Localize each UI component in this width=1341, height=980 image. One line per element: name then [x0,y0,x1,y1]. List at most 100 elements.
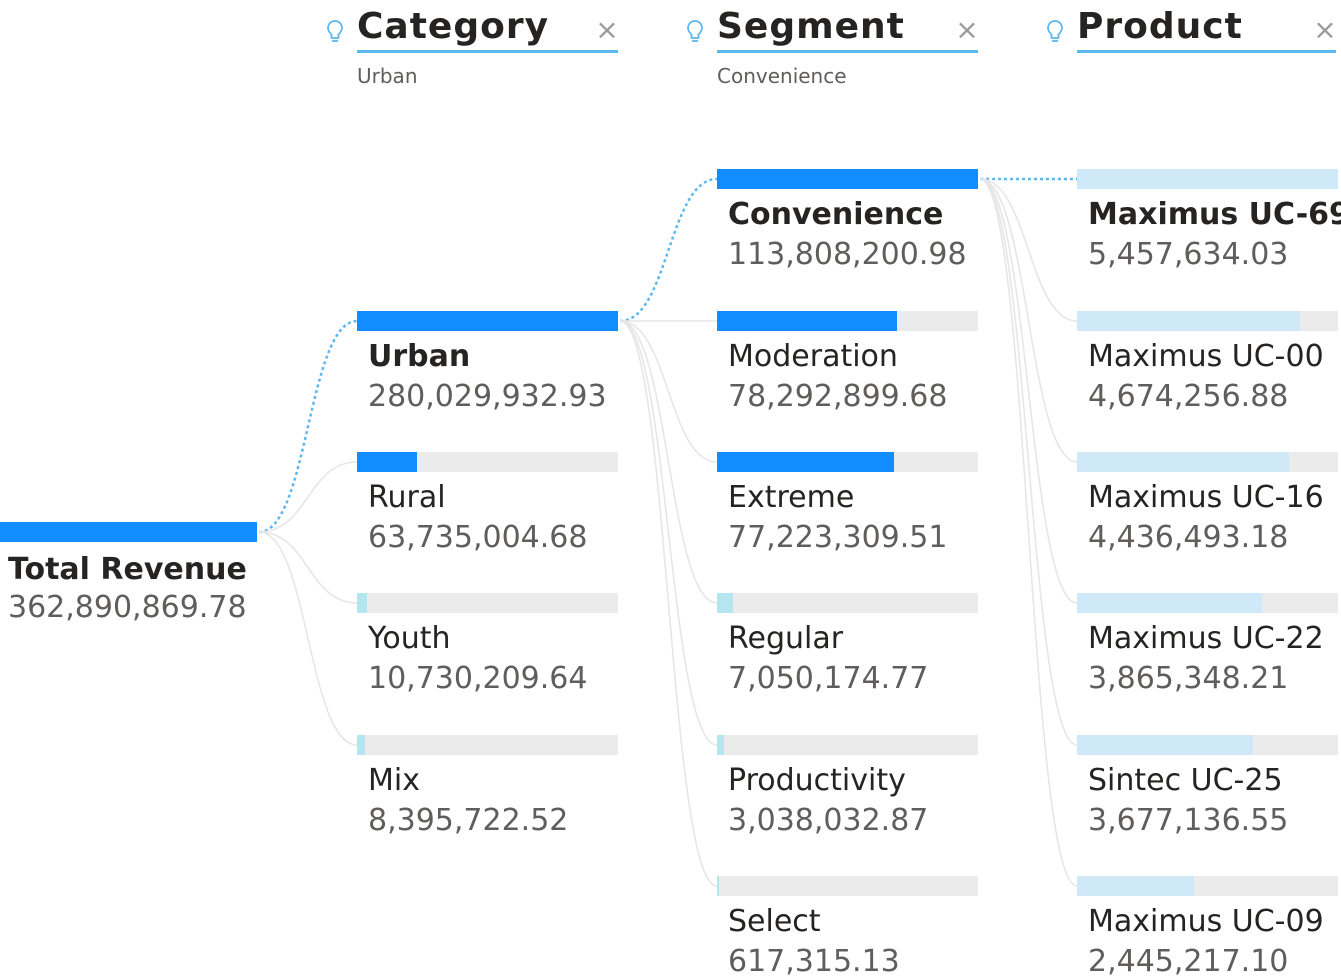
node-value: 617,315.13 [728,944,900,979]
bar-fill [717,735,724,755]
bar-track [717,876,978,896]
node-value: 4,436,493.18 [1088,520,1289,555]
bar-track [357,735,618,755]
level-filter: Convenience [717,64,847,88]
level-title: Category [357,6,550,47]
node-product-4[interactable]: Maximus UC-22 3,865,348.21 [1077,593,1338,696]
node-mix[interactable]: Mix 8,395,722.52 [357,735,618,838]
node-label: Mix [368,763,420,798]
node-label: Convenience [728,197,944,232]
bar-fill [1077,311,1300,331]
root-bar [0,522,257,542]
root-value: 362,890,869.78 [8,590,247,625]
node-value: 113,808,200.98 [728,237,967,272]
node-youth[interactable]: Youth 10,730,209.64 [357,593,618,696]
node-convenience[interactable]: Convenience 113,808,200.98 [717,169,978,272]
connector-root-category [258,319,358,534]
bar-fill [357,593,367,613]
bar-fill [717,452,894,472]
bar-track [1077,311,1338,331]
connector-root-category [258,531,358,746]
node-label: Maximus UC-16 [1088,480,1324,515]
bar-track [717,311,978,331]
node-value: 77,223,309.51 [728,520,948,555]
bar-fill [1077,452,1289,472]
node-label: Regular [728,621,844,656]
node-productivity[interactable]: Productivity 3,038,032.87 [717,735,978,838]
node-label: Youth [368,621,451,656]
node-urban[interactable]: Urban 280,029,932.93 [357,311,618,414]
connector-category-segment [619,320,718,887]
bar-track [1077,593,1338,613]
connector-category-segment [619,320,718,746]
connector-root-category [258,531,358,604]
node-product-1[interactable]: Maximus UC-69 5,457,634.03 [1077,169,1341,272]
connector-segment-product [979,178,1078,746]
bar-track [717,452,978,472]
node-label: Select [728,904,821,939]
node-select[interactable]: Select 617,315.13 [717,876,978,979]
node-value: 63,735,004.68 [368,520,588,555]
close-icon[interactable]: × [1313,16,1337,44]
bar-track [717,593,978,613]
root-node[interactable]: Total Revenue 362,890,869.78 [0,522,261,625]
bar-fill [717,169,978,189]
node-value: 3,677,136.55 [1088,803,1289,838]
connector-category-segment [619,320,718,463]
node-value: 8,395,722.52 [368,803,569,838]
node-label: Moderation [728,339,898,374]
connector-segment-product [979,178,1078,604]
node-value: 280,029,932.93 [368,379,607,414]
node-label: Rural [368,480,446,515]
level-header-segment: Segment × Convenience [687,0,979,96]
node-product-6[interactable]: Maximus UC-09 2,445,217.10 [1077,876,1338,979]
node-value: 3,038,032.87 [728,803,929,838]
node-label: Productivity [728,763,906,798]
connector-root-category [258,461,358,533]
node-extreme[interactable]: Extreme 77,223,309.51 [717,452,978,555]
node-label: Maximus UC-09 [1088,904,1324,939]
node-moderation[interactable]: Moderation 78,292,899.68 [717,311,978,414]
bar-fill [1077,593,1262,613]
close-icon[interactable]: × [595,16,619,44]
level-filter: Urban [357,64,418,88]
level-title-underline [357,50,618,53]
bar-track [1077,876,1338,896]
node-label: Sintec UC-25 [1088,763,1283,798]
bar-track [357,593,618,613]
bar-track [1077,452,1338,472]
lightbulb-icon[interactable] [1045,18,1065,46]
level-header-product: Product × [1047,0,1341,96]
node-value: 10,730,209.64 [368,661,588,696]
connector-category-segment [619,320,718,604]
bar-fill [1077,876,1194,896]
node-value: 3,865,348.21 [1088,661,1289,696]
node-label: Urban [368,339,471,374]
bar-track [717,735,978,755]
level-title-underline [717,50,978,53]
node-value: 4,674,256.88 [1088,379,1289,414]
node-value: 78,292,899.68 [728,379,948,414]
bar-track [717,169,978,189]
level-header-category: Category × Urban [327,0,619,96]
level-title-underline [1077,50,1336,53]
bar-fill [1077,735,1253,755]
node-rural[interactable]: Rural 63,735,004.68 [357,452,618,555]
node-product-5[interactable]: Sintec UC-25 3,677,136.55 [1077,735,1338,838]
lightbulb-icon[interactable] [325,18,345,46]
root-label: Total Revenue [8,552,247,587]
level-title: Segment [717,6,905,47]
bar-track [357,311,618,331]
bar-track [357,452,618,472]
connector-segment-product [979,178,1078,322]
bar-fill [357,735,365,755]
node-product-3[interactable]: Maximus UC-16 4,436,493.18 [1077,452,1338,555]
node-value: 5,457,634.03 [1088,237,1289,272]
bar-fill [1077,169,1338,189]
node-product-2[interactable]: Maximus UC-00 4,674,256.88 [1077,311,1338,414]
bar-fill [717,593,733,613]
lightbulb-icon[interactable] [685,18,705,46]
close-icon[interactable]: × [955,16,979,44]
node-label: Maximus UC-22 [1088,621,1324,656]
node-regular[interactable]: Regular 7,050,174.77 [717,593,978,696]
